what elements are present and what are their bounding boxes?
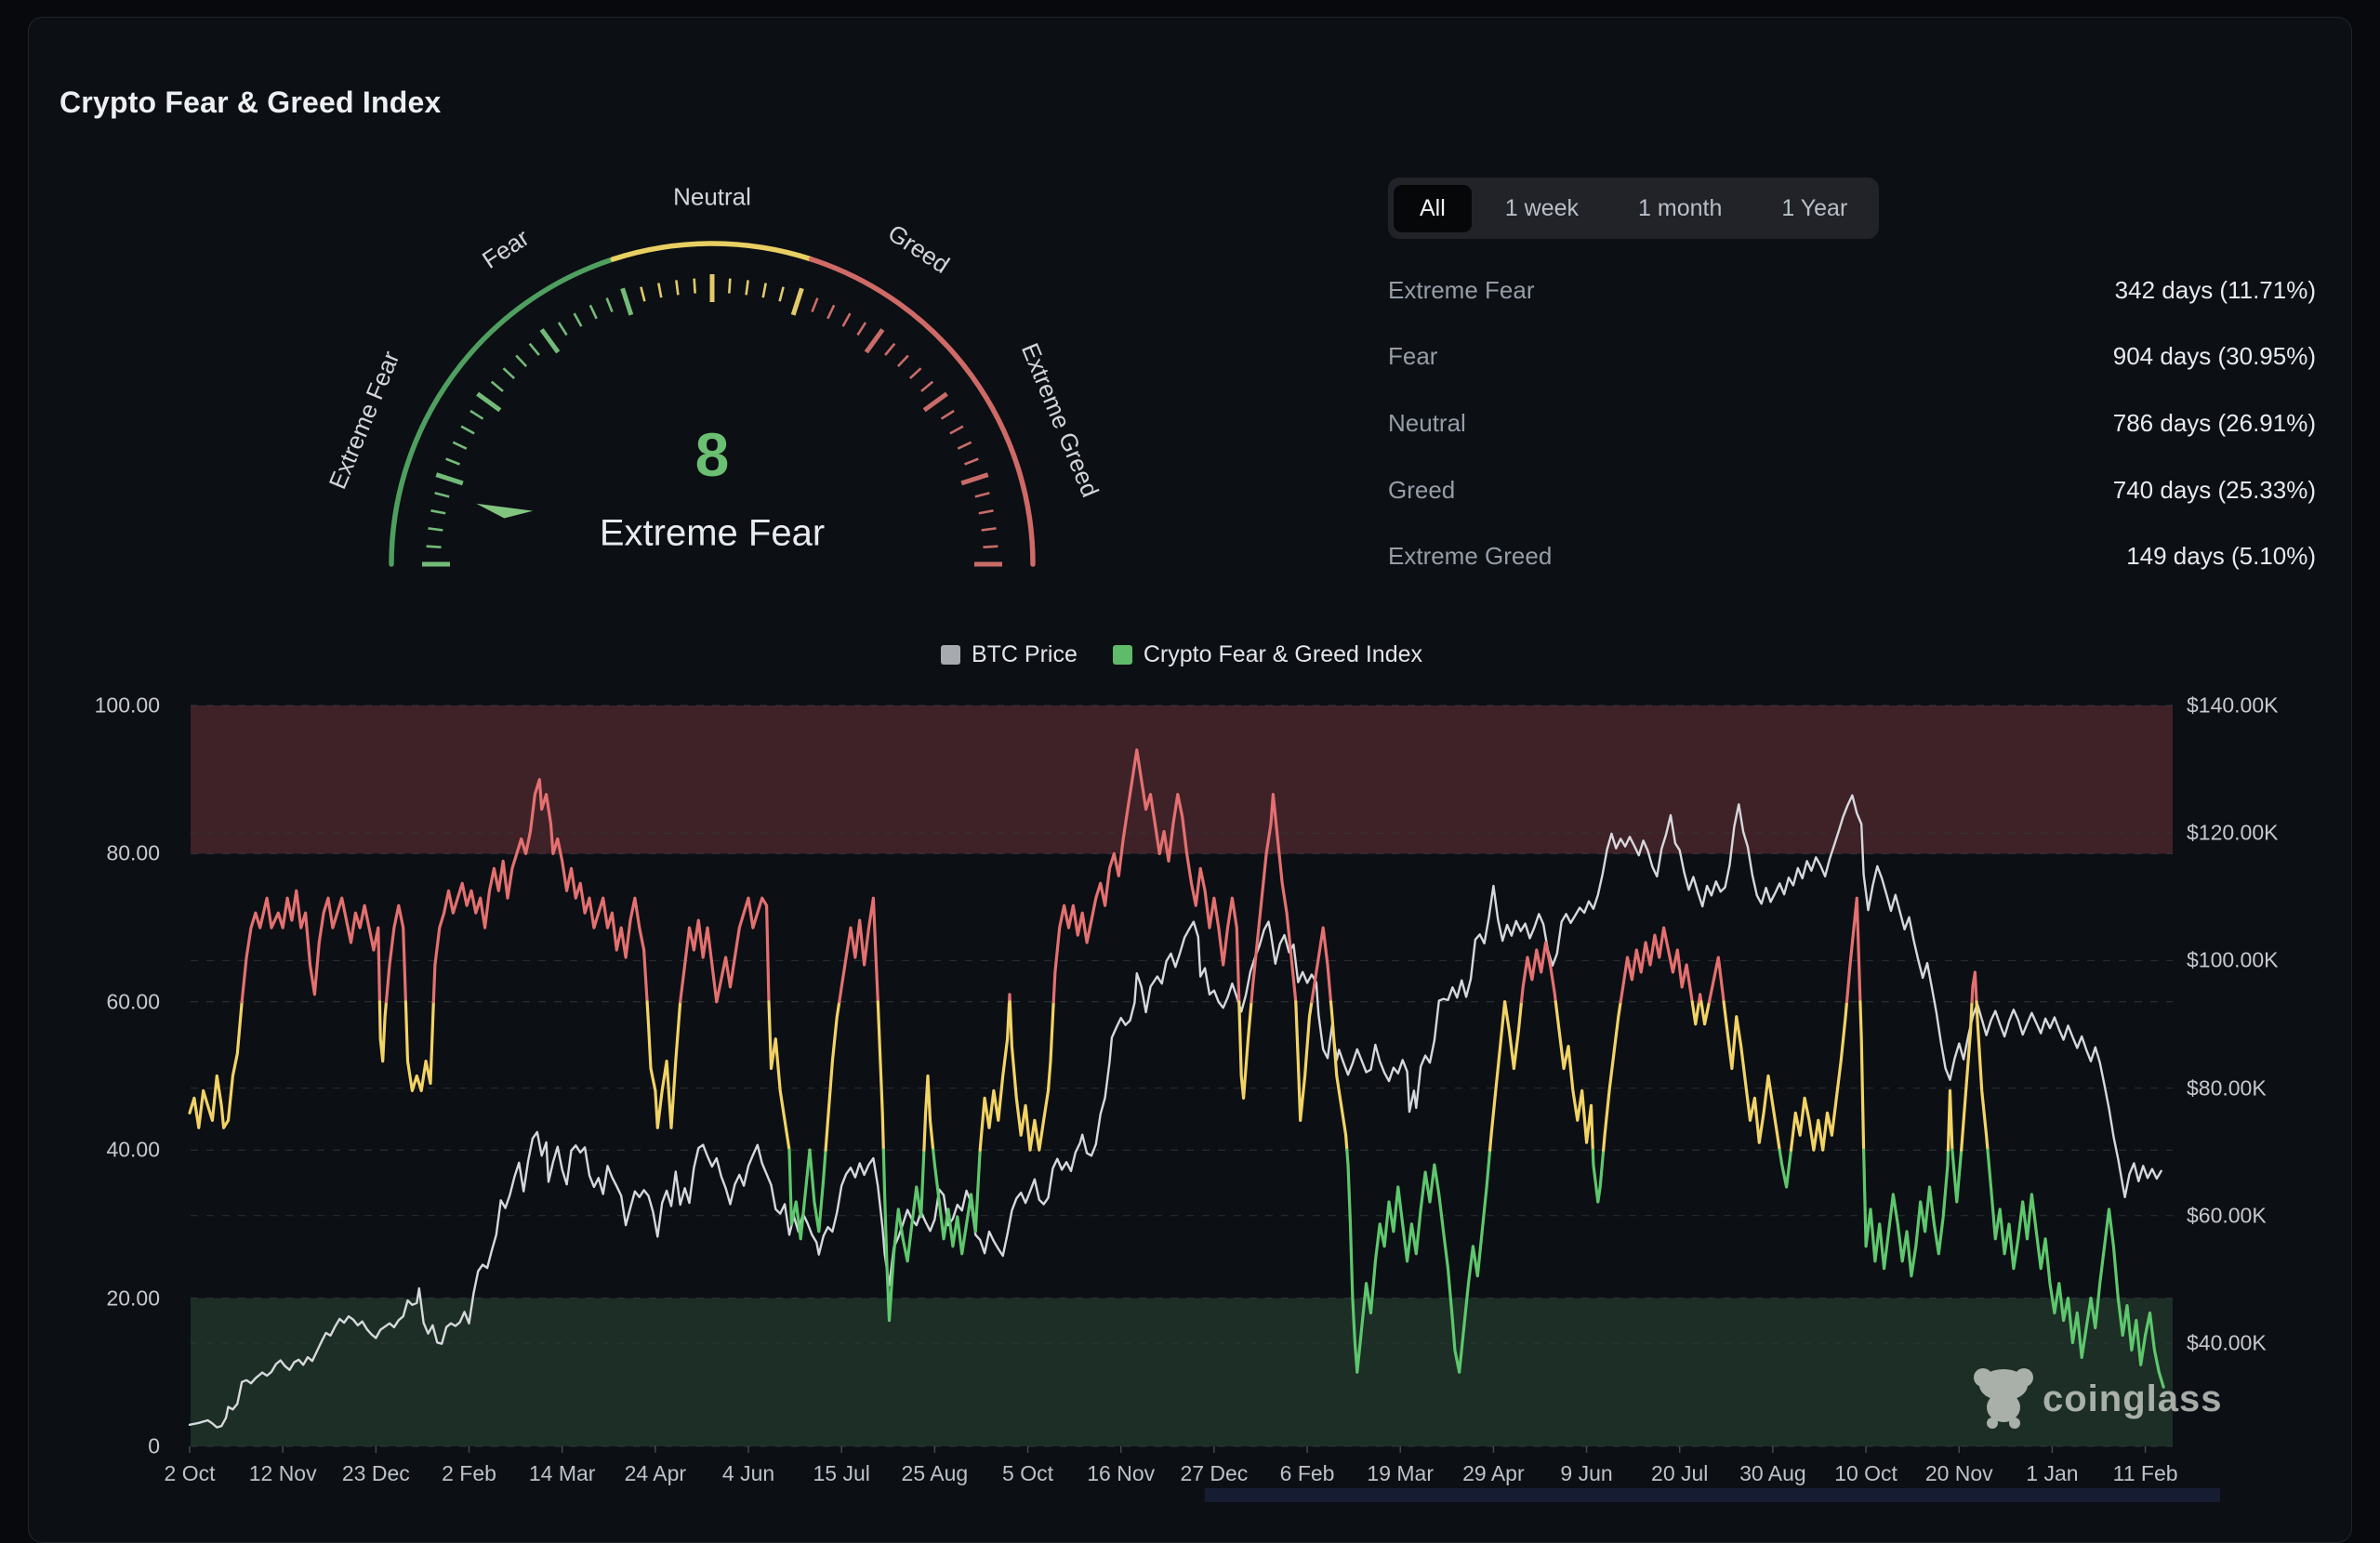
- x-axis-label: 24 Apr: [625, 1461, 687, 1486]
- x-axis-label: 2 Feb: [442, 1461, 496, 1486]
- x-axis-label: 6 Feb: [1280, 1461, 1335, 1486]
- x-axis-label: 15 Jul: [813, 1461, 870, 1486]
- time-range-tabs: All1 week1 month1 Year: [1388, 178, 1879, 239]
- tab-1-month[interactable]: 1 month: [1612, 185, 1748, 232]
- gauge-status: Extreme Fear: [600, 513, 825, 555]
- bottom-scrollbar-strip: [1205, 1488, 2220, 1502]
- stat-label: Neutral: [1388, 409, 1466, 438]
- stat-row-extreme-fear: Extreme Fear 342 days (11.71%): [1388, 270, 2316, 310]
- x-axis-label: 5 Oct: [1002, 1461, 1053, 1486]
- x-axis-label: 19 Mar: [1367, 1461, 1434, 1486]
- stat-label: Extreme Greed: [1388, 542, 1552, 571]
- y-axis-left-label: 60.00: [45, 989, 160, 1014]
- y-axis-right-label: $80.00K: [2187, 1075, 2267, 1101]
- gauge-value: 8: [695, 419, 730, 490]
- x-axis-label: 27 Dec: [1180, 1461, 1248, 1486]
- legend-swatch-icon: [941, 645, 960, 665]
- gauge-zone-label-neutral: Neutral: [673, 183, 751, 212]
- stat-label: Extreme Fear: [1388, 276, 1535, 305]
- y-axis-right-label: $100.00K: [2187, 948, 2278, 973]
- stat-value: 740 days (25.33%): [2113, 476, 2316, 505]
- legend-item-fear-greed-index[interactable]: Crypto Fear & Greed Index: [1113, 641, 1422, 668]
- y-axis-left-label: 100.00: [45, 693, 160, 719]
- x-axis-label: 4 Jun: [722, 1461, 774, 1486]
- tab-1-year[interactable]: 1 Year: [1755, 185, 1873, 232]
- y-axis-left-label: 0: [45, 1434, 160, 1459]
- y-axis-right-label: $60.00K: [2187, 1203, 2267, 1228]
- y-axis-right-label: $40.00K: [2187, 1331, 2267, 1356]
- y-axis-left-label: 40.00: [45, 1138, 160, 1163]
- stat-row-greed: Greed 740 days (25.33%): [1388, 469, 2316, 510]
- legend-label: Crypto Fear & Greed Index: [1144, 641, 1422, 668]
- x-axis-label: 25 Aug: [902, 1461, 969, 1486]
- x-axis-label: 29 Apr: [1462, 1461, 1525, 1486]
- x-axis-label: 14 Mar: [529, 1461, 596, 1486]
- stat-value: 786 days (26.91%): [2113, 409, 2316, 438]
- x-axis-label: 12 Nov: [249, 1461, 317, 1486]
- x-axis-label: 20 Nov: [1925, 1461, 1993, 1486]
- tab-all[interactable]: All: [1394, 185, 1472, 232]
- stat-value: 149 days (5.10%): [2126, 542, 2316, 571]
- y-axis-left-label: 20.00: [45, 1286, 160, 1311]
- x-axis-label: 30 Aug: [1739, 1461, 1806, 1486]
- x-axis-label: 9 Jun: [1560, 1461, 1612, 1486]
- legend-label: BTC Price: [972, 641, 1078, 668]
- page-title: Crypto Fear & Greed Index: [60, 86, 441, 120]
- stat-label: Greed: [1388, 476, 1455, 505]
- chart-plot-area[interactable]: [191, 706, 2173, 1446]
- x-axis-label: 16 Nov: [1087, 1461, 1155, 1486]
- stat-row-extreme-greed: Extreme Greed 149 days (5.10%): [1388, 536, 2316, 577]
- legend-item-btc-price[interactable]: BTC Price: [941, 641, 1078, 668]
- y-axis-right-label: $140.00K: [2187, 693, 2278, 719]
- stat-row-neutral: Neutral 786 days (26.91%): [1388, 402, 2316, 443]
- y-axis-left-label: 80.00: [45, 841, 160, 866]
- x-axis-label: 11 Feb: [2113, 1461, 2178, 1486]
- tab-1-week[interactable]: 1 week: [1479, 185, 1605, 232]
- y-axis-right-label: $120.00K: [2187, 821, 2278, 846]
- stat-row-fear: Fear 904 days (30.95%): [1388, 336, 2316, 377]
- x-axis-label: 20 Jul: [1651, 1461, 1708, 1486]
- chart-legend: BTC Price Crypto Fear & Greed Index: [191, 641, 2173, 668]
- x-axis-label: 10 Oct: [1834, 1461, 1897, 1486]
- stat-label: Fear: [1388, 342, 1437, 371]
- legend-swatch-icon: [1113, 645, 1132, 665]
- stat-value: 342 days (11.71%): [2115, 276, 2316, 305]
- x-axis-label: 1 Jan: [2026, 1461, 2078, 1486]
- stat-value: 904 days (30.95%): [2113, 342, 2316, 371]
- x-axis-label: 2 Oct: [165, 1461, 216, 1486]
- x-axis-label: 23 Dec: [342, 1461, 410, 1486]
